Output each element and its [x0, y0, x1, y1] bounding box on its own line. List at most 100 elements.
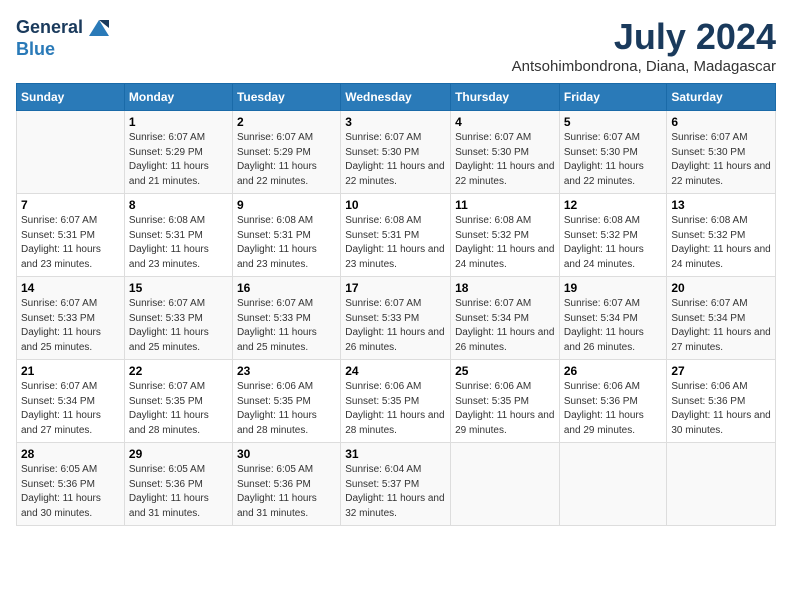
- cell-details: Sunrise: 6:06 AMSunset: 5:36 PMDaylight:…: [564, 381, 644, 436]
- calendar-cell: 16 Sunrise: 6:07 AMSunset: 5:33 PMDaylig…: [232, 277, 340, 360]
- cell-details: Sunrise: 6:07 AMSunset: 5:30 PMDaylight:…: [564, 132, 644, 187]
- calendar-week-3: 21 Sunrise: 6:07 AMSunset: 5:34 PMDaylig…: [17, 360, 776, 443]
- day-number: 13: [671, 198, 771, 212]
- day-number: 4: [455, 115, 555, 129]
- day-number: 9: [237, 198, 336, 212]
- cell-details: Sunrise: 6:08 AMSunset: 5:32 PMDaylight:…: [671, 215, 770, 270]
- calendar-cell: 10 Sunrise: 6:08 AMSunset: 5:31 PMDaylig…: [341, 194, 451, 277]
- calendar-cell: 18 Sunrise: 6:07 AMSunset: 5:34 PMDaylig…: [451, 277, 560, 360]
- day-number: 25: [455, 364, 555, 378]
- day-number: 14: [21, 281, 120, 295]
- logo-text-blue: Blue: [16, 40, 109, 60]
- calendar-cell: [667, 443, 776, 526]
- calendar-cell: 12 Sunrise: 6:08 AMSunset: 5:32 PMDaylig…: [559, 194, 667, 277]
- cell-details: Sunrise: 6:08 AMSunset: 5:31 PMDaylight:…: [129, 215, 209, 270]
- day-number: 18: [455, 281, 555, 295]
- calendar-cell: 7 Sunrise: 6:07 AMSunset: 5:31 PMDayligh…: [17, 194, 125, 277]
- day-number: 3: [345, 115, 446, 129]
- cell-details: Sunrise: 6:07 AMSunset: 5:31 PMDaylight:…: [21, 215, 101, 270]
- cell-details: Sunrise: 6:08 AMSunset: 5:32 PMDaylight:…: [564, 215, 644, 270]
- day-number: 29: [129, 447, 228, 461]
- day-number: 12: [564, 198, 663, 212]
- cell-details: Sunrise: 6:07 AMSunset: 5:30 PMDaylight:…: [345, 132, 444, 187]
- cell-details: Sunrise: 6:05 AMSunset: 5:36 PMDaylight:…: [21, 464, 101, 519]
- calendar-cell: 17 Sunrise: 6:07 AMSunset: 5:33 PMDaylig…: [341, 277, 451, 360]
- day-number: 31: [345, 447, 446, 461]
- calendar-cell: 27 Sunrise: 6:06 AMSunset: 5:36 PMDaylig…: [667, 360, 776, 443]
- calendar-cell: 30 Sunrise: 6:05 AMSunset: 5:36 PMDaylig…: [232, 443, 340, 526]
- calendar-cell: 5 Sunrise: 6:07 AMSunset: 5:30 PMDayligh…: [559, 111, 667, 194]
- cell-details: Sunrise: 6:07 AMSunset: 5:33 PMDaylight:…: [237, 298, 317, 353]
- logo-text-general: General: [16, 18, 83, 38]
- calendar-cell: 31 Sunrise: 6:04 AMSunset: 5:37 PMDaylig…: [341, 443, 451, 526]
- calendar-cell: 4 Sunrise: 6:07 AMSunset: 5:30 PMDayligh…: [451, 111, 560, 194]
- cell-details: Sunrise: 6:07 AMSunset: 5:30 PMDaylight:…: [671, 132, 770, 187]
- cell-details: Sunrise: 6:07 AMSunset: 5:30 PMDaylight:…: [455, 132, 554, 187]
- cell-details: Sunrise: 6:07 AMSunset: 5:34 PMDaylight:…: [455, 298, 554, 353]
- cell-details: Sunrise: 6:07 AMSunset: 5:34 PMDaylight:…: [671, 298, 770, 353]
- page-header: General Blue July 2024 Antsohimbondrona,…: [16, 16, 776, 75]
- calendar-cell: 28 Sunrise: 6:05 AMSunset: 5:36 PMDaylig…: [17, 443, 125, 526]
- cell-details: Sunrise: 6:07 AMSunset: 5:33 PMDaylight:…: [345, 298, 444, 353]
- day-number: 15: [129, 281, 228, 295]
- calendar-cell: 23 Sunrise: 6:06 AMSunset: 5:35 PMDaylig…: [232, 360, 340, 443]
- calendar-cell: 21 Sunrise: 6:07 AMSunset: 5:34 PMDaylig…: [17, 360, 125, 443]
- calendar-cell: 14 Sunrise: 6:07 AMSunset: 5:33 PMDaylig…: [17, 277, 125, 360]
- calendar-cell: 22 Sunrise: 6:07 AMSunset: 5:35 PMDaylig…: [124, 360, 232, 443]
- header-row: Sunday Monday Tuesday Wednesday Thursday…: [17, 84, 776, 111]
- calendar-week-4: 28 Sunrise: 6:05 AMSunset: 5:36 PMDaylig…: [17, 443, 776, 526]
- cell-details: Sunrise: 6:07 AMSunset: 5:29 PMDaylight:…: [129, 132, 209, 187]
- day-number: 28: [21, 447, 120, 461]
- day-number: 23: [237, 364, 336, 378]
- cell-details: Sunrise: 6:07 AMSunset: 5:34 PMDaylight:…: [21, 381, 101, 436]
- calendar-cell: 8 Sunrise: 6:08 AMSunset: 5:31 PMDayligh…: [124, 194, 232, 277]
- calendar-week-0: 1 Sunrise: 6:07 AMSunset: 5:29 PMDayligh…: [17, 111, 776, 194]
- calendar-cell: 20 Sunrise: 6:07 AMSunset: 5:34 PMDaylig…: [667, 277, 776, 360]
- calendar-week-2: 14 Sunrise: 6:07 AMSunset: 5:33 PMDaylig…: [17, 277, 776, 360]
- day-number: 16: [237, 281, 336, 295]
- calendar-cell: 19 Sunrise: 6:07 AMSunset: 5:34 PMDaylig…: [559, 277, 667, 360]
- calendar-cell: 3 Sunrise: 6:07 AMSunset: 5:30 PMDayligh…: [341, 111, 451, 194]
- cell-details: Sunrise: 6:08 AMSunset: 5:31 PMDaylight:…: [345, 215, 444, 270]
- cell-details: Sunrise: 6:07 AMSunset: 5:29 PMDaylight:…: [237, 132, 317, 187]
- calendar-cell: 9 Sunrise: 6:08 AMSunset: 5:31 PMDayligh…: [232, 194, 340, 277]
- calendar-cell: 13 Sunrise: 6:08 AMSunset: 5:32 PMDaylig…: [667, 194, 776, 277]
- day-number: 24: [345, 364, 446, 378]
- cell-details: Sunrise: 6:05 AMSunset: 5:36 PMDaylight:…: [129, 464, 209, 519]
- col-sunday: Sunday: [17, 84, 125, 111]
- calendar-cell: 6 Sunrise: 6:07 AMSunset: 5:30 PMDayligh…: [667, 111, 776, 194]
- cell-details: Sunrise: 6:07 AMSunset: 5:33 PMDaylight:…: [21, 298, 101, 353]
- day-number: 30: [237, 447, 336, 461]
- day-number: 21: [21, 364, 120, 378]
- col-monday: Monday: [124, 84, 232, 111]
- day-number: 27: [671, 364, 771, 378]
- col-tuesday: Tuesday: [232, 84, 340, 111]
- calendar-cell: [451, 443, 560, 526]
- location-text: Antsohimbondrona, Diana, Madagascar: [512, 58, 776, 75]
- cell-details: Sunrise: 6:07 AMSunset: 5:33 PMDaylight:…: [129, 298, 209, 353]
- calendar-cell: 26 Sunrise: 6:06 AMSunset: 5:36 PMDaylig…: [559, 360, 667, 443]
- calendar-cell: [559, 443, 667, 526]
- day-number: 22: [129, 364, 228, 378]
- day-number: 2: [237, 115, 336, 129]
- month-title: July 2024: [512, 16, 776, 58]
- col-saturday: Saturday: [667, 84, 776, 111]
- cell-details: Sunrise: 6:08 AMSunset: 5:32 PMDaylight:…: [455, 215, 554, 270]
- day-number: 20: [671, 281, 771, 295]
- day-number: 5: [564, 115, 663, 129]
- cell-details: Sunrise: 6:06 AMSunset: 5:36 PMDaylight:…: [671, 381, 770, 436]
- calendar-table: Sunday Monday Tuesday Wednesday Thursday…: [16, 83, 776, 526]
- col-friday: Friday: [559, 84, 667, 111]
- cell-details: Sunrise: 6:08 AMSunset: 5:31 PMDaylight:…: [237, 215, 317, 270]
- day-number: 8: [129, 198, 228, 212]
- col-wednesday: Wednesday: [341, 84, 451, 111]
- calendar-cell: 25 Sunrise: 6:06 AMSunset: 5:35 PMDaylig…: [451, 360, 560, 443]
- calendar-cell: 1 Sunrise: 6:07 AMSunset: 5:29 PMDayligh…: [124, 111, 232, 194]
- cell-details: Sunrise: 6:06 AMSunset: 5:35 PMDaylight:…: [455, 381, 554, 436]
- cell-details: Sunrise: 6:06 AMSunset: 5:35 PMDaylight:…: [237, 381, 317, 436]
- logo: General Blue: [16, 16, 109, 60]
- cell-details: Sunrise: 6:07 AMSunset: 5:34 PMDaylight:…: [564, 298, 644, 353]
- cell-details: Sunrise: 6:05 AMSunset: 5:36 PMDaylight:…: [237, 464, 317, 519]
- calendar-cell: 29 Sunrise: 6:05 AMSunset: 5:36 PMDaylig…: [124, 443, 232, 526]
- calendar-cell: [17, 111, 125, 194]
